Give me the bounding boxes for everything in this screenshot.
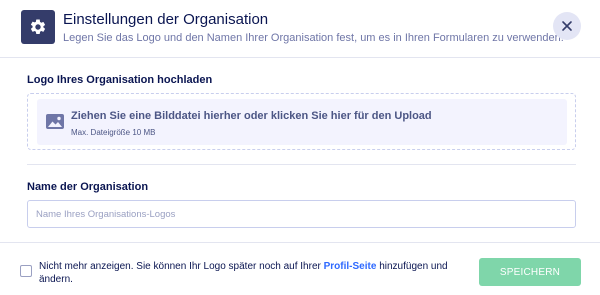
upload-area[interactable]: Ziehen Sie eine Bilddatei hierher oder k…: [37, 99, 567, 145]
upload-size-hint: Max. Dateigröße 10 MB: [71, 128, 156, 137]
organization-name-label: Name der Organisation: [27, 181, 149, 193]
profile-page-link[interactable]: Profil-Seite: [324, 261, 377, 272]
dialog-footer: Nicht mehr anzeigen. Sie können Ihr Logo…: [0, 242, 600, 295]
close-button[interactable]: [553, 12, 581, 40]
dont-show-again-checkbox[interactable]: [20, 265, 32, 277]
organization-name-input[interactable]: [27, 200, 576, 228]
logo-upload-label: Logo Ihres Organisation hochladen: [27, 74, 213, 86]
footer-text-start: Nicht mehr anzeigen. Sie können Ihr Logo…: [39, 261, 324, 272]
gear-icon: [21, 10, 55, 44]
dialog-header: Einstellungen der Organisation Legen Sie…: [0, 0, 600, 58]
dont-show-again-text: Nicht mehr anzeigen. Sie können Ihr Logo…: [39, 260, 479, 286]
upload-dropzone[interactable]: Ziehen Sie eine Bilddatei hierher oder k…: [27, 93, 576, 150]
image-icon: [46, 114, 64, 134]
dialog-title: Einstellungen der Organisation: [63, 11, 269, 28]
section-divider: [27, 164, 576, 165]
dialog-subtitle: Legen Sie das Logo und den Namen Ihrer O…: [63, 32, 564, 44]
close-icon: [562, 21, 572, 31]
upload-instruction: Ziehen Sie eine Bilddatei hierher oder k…: [71, 110, 432, 122]
save-button[interactable]: SPEICHERN: [479, 258, 581, 286]
